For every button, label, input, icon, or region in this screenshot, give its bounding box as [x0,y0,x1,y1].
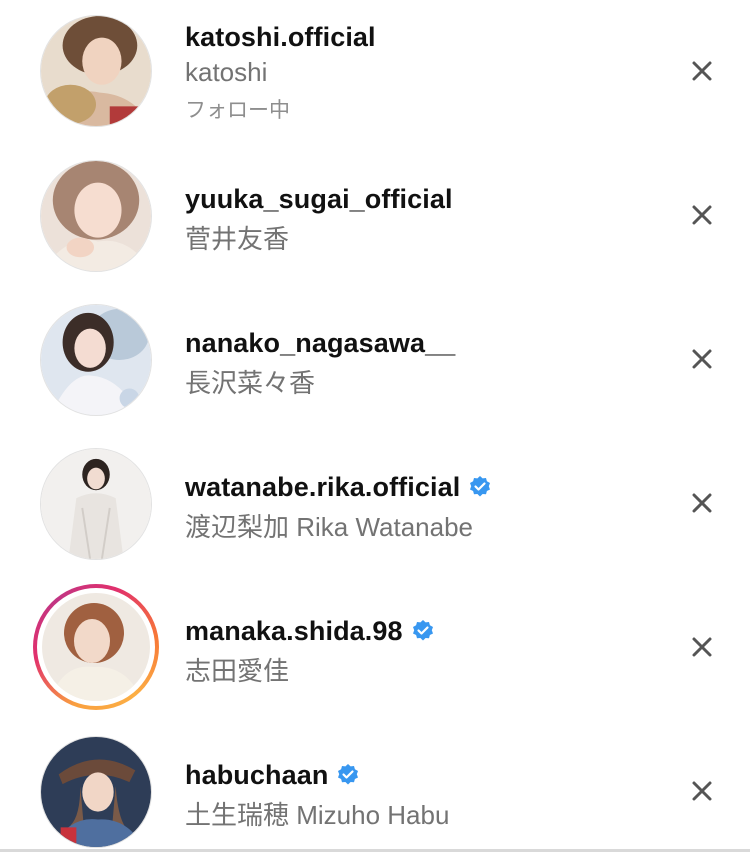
account-row[interactable]: manaka.shida.98 志田愛佳 [0,577,750,717]
verified-badge-icon [411,619,435,643]
following-status: フォロー中 [185,99,290,122]
account-text: habuchaan 土生瑞穂 Mizuho Habu [185,758,449,832]
account-text: yuuka_sugai_official 菅井友香 [185,182,453,256]
username[interactable]: yuuka_sugai_official [185,182,453,216]
verified-badge-icon [468,475,492,499]
account-row[interactable]: habuchaan 土生瑞穂 Mizuho Habu [0,721,750,861]
username[interactable]: manaka.shida.98 [185,614,435,648]
account-text: katoshi.official katoshi フォロー中 [185,20,376,124]
display-name: 志田愛佳 [185,656,290,686]
account-text: watanabe.rika.official 渡辺梨加 Rika Watanab… [185,470,492,544]
close-icon[interactable] [688,201,716,229]
username[interactable]: nanako_nagasawa__ [185,326,455,360]
avatar[interactable] [40,736,152,848]
display-name: katoshi [185,57,268,87]
username[interactable]: watanabe.rika.official [185,470,492,504]
username-text: watanabe.rika.official [185,471,461,502]
close-icon[interactable] [688,777,716,805]
account-text: nanako_nagasawa__ 長沢菜々香 [185,326,455,400]
account-text: manaka.shida.98 志田愛佳 [185,614,435,688]
username[interactable]: habuchaan [185,758,449,792]
account-row[interactable]: nanako_nagasawa__ 長沢菜々香 [0,289,750,429]
avatar[interactable] [40,15,152,127]
display-name: 長沢菜々香 [185,368,316,398]
close-icon[interactable] [688,57,716,85]
close-icon[interactable] [688,633,716,661]
display-name: 菅井友香 [185,224,290,254]
username-text: habuchaan [185,759,329,790]
avatar[interactable] [40,160,152,272]
verified-badge-icon [336,763,360,787]
account-row[interactable]: katoshi.official katoshi フォロー中 [0,0,750,140]
display-name: 土生瑞穂 Mizuho Habu [185,800,450,830]
avatar[interactable] [40,448,152,560]
close-icon[interactable] [688,489,716,517]
story-ring[interactable] [33,584,159,710]
avatar[interactable] [40,304,152,416]
account-row[interactable]: yuuka_sugai_official 菅井友香 [0,145,750,285]
close-icon[interactable] [688,345,716,373]
username-text: manaka.shida.98 [185,615,403,646]
username[interactable]: katoshi.official [185,20,376,54]
account-row[interactable]: watanabe.rika.official 渡辺梨加 Rika Watanab… [0,433,750,573]
display-name: 渡辺梨加 Rika Watanabe [185,512,474,542]
avatar[interactable] [42,593,150,701]
suggested-accounts-list: katoshi.official katoshi フォロー中 yuuka_sug… [0,0,750,852]
